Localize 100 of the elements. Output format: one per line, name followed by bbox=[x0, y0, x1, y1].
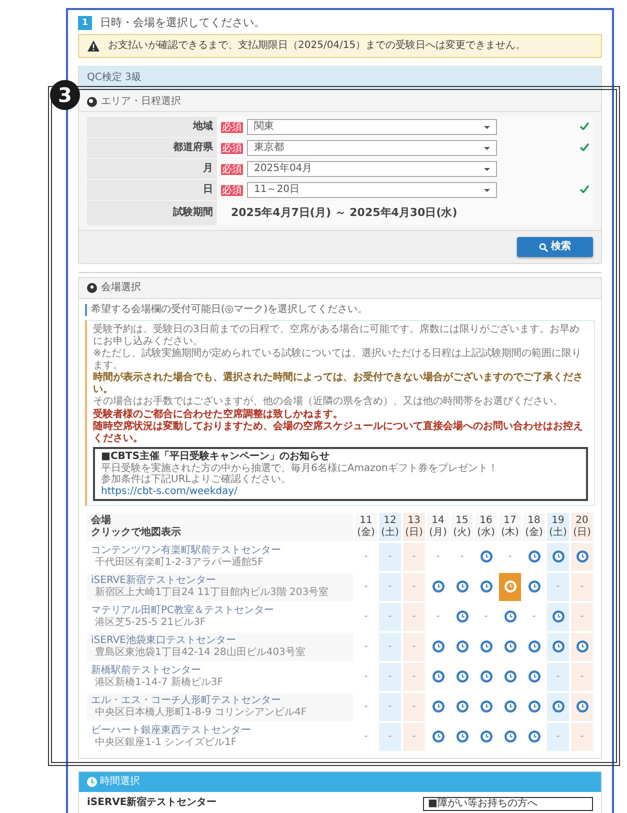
search-button[interactable]: 検索 bbox=[517, 237, 593, 257]
accessibility-note[interactable]: ■障がい等お持ちの方へ bbox=[423, 797, 593, 811]
clock-icon[interactable] bbox=[528, 730, 540, 744]
required-badge: 必須 bbox=[221, 164, 243, 174]
clock-icon[interactable] bbox=[480, 670, 492, 684]
required-badge: 必須 bbox=[221, 184, 243, 196]
clock-icon[interactable] bbox=[528, 550, 540, 564]
campaign-text: 参加条件は下記URLよりご確認ください。 bbox=[101, 474, 292, 486]
clock-icon[interactable] bbox=[528, 580, 540, 594]
venue-address: 千代田区有楽町1-2-3アラパー通館5F bbox=[94, 557, 264, 569]
select-field[interactable]: 2025年04月 bbox=[247, 161, 497, 177]
clock-icon[interactable] bbox=[456, 700, 468, 714]
clock-icon[interactable] bbox=[456, 610, 468, 624]
unavailable-mark: - bbox=[364, 731, 368, 742]
clock-icon[interactable] bbox=[552, 700, 564, 714]
clock-icon[interactable] bbox=[456, 670, 468, 684]
notice-text: その場合はお手数ではございますが、他の会場（近隣の県を含め）、又は他の時間帯をお選びください。 bbox=[93, 396, 564, 408]
section-title: エリア・日程選択 bbox=[101, 96, 181, 108]
weekday-header: (火) bbox=[452, 527, 472, 539]
notice-text: 時間が表示された場合でも、選択された時間によっては、お受付できない場合がございますのでご了承ください。 bbox=[93, 372, 584, 395]
caret-icon bbox=[484, 146, 490, 150]
unavailable-mark: - bbox=[412, 611, 416, 622]
unavailable-mark: - bbox=[388, 611, 392, 622]
select-field[interactable]: 11～20日 bbox=[247, 182, 497, 198]
venue-link[interactable]: コンテンツワン有楽町駅前テストセンター bbox=[91, 545, 349, 557]
clock-icon[interactable] bbox=[552, 640, 564, 654]
clock-icon[interactable] bbox=[504, 730, 516, 744]
clock-icon[interactable] bbox=[432, 640, 444, 654]
column-header: 会場 bbox=[91, 515, 112, 527]
venue-link[interactable]: マテリアル田町PC教室＆テストセンター bbox=[91, 605, 349, 617]
weekday-header: (土) bbox=[548, 527, 568, 539]
venue-address: 中央区銀座1-1 シンイズビル1F bbox=[94, 737, 238, 749]
clock-icon[interactable] bbox=[576, 640, 588, 654]
clock-icon[interactable] bbox=[480, 640, 492, 654]
unavailable-mark: - bbox=[460, 551, 464, 562]
clock-icon[interactable] bbox=[456, 580, 468, 594]
unavailable-mark: - bbox=[412, 641, 416, 652]
clock-icon[interactable] bbox=[504, 700, 516, 714]
select-field[interactable]: 東京都 bbox=[247, 140, 497, 156]
venue-address: 新宿区上大崎1丁目24 11丁目館内ビル3階 203号室 bbox=[94, 587, 330, 599]
weekday-header: (月) bbox=[428, 527, 448, 539]
clock-icon[interactable] bbox=[576, 700, 588, 714]
venue-link[interactable]: エル・エス・コーチ人形町テストセンター bbox=[91, 695, 349, 707]
instruction-text: 希望する会場欄の受付可能日(◎マーク)を選択してください。 bbox=[85, 304, 595, 316]
clock-icon[interactable] bbox=[552, 550, 564, 564]
clock-icon[interactable] bbox=[504, 670, 516, 684]
venue-link[interactable]: iSERVE池袋東口テストセンター bbox=[91, 635, 349, 647]
campaign-title: ■CBTS主催「平日受験キャンペーン」のお知らせ bbox=[101, 451, 330, 462]
unavailable-mark: - bbox=[388, 671, 392, 682]
unavailable-mark: - bbox=[364, 611, 368, 622]
unavailable-mark: - bbox=[580, 671, 584, 682]
unavailable-mark: - bbox=[388, 551, 392, 562]
notice-text: ※ただし、試験実施期間が定められている試験については、選択いただける日程は上記試験期間の範囲に限ります。 bbox=[93, 348, 582, 371]
section-title: 時間選択 bbox=[100, 776, 140, 788]
unavailable-mark: - bbox=[364, 671, 368, 682]
clock-icon[interactable] bbox=[480, 550, 492, 564]
clock-icon[interactable] bbox=[552, 610, 564, 624]
clock-icon[interactable] bbox=[432, 730, 444, 744]
clock-icon[interactable] bbox=[528, 700, 540, 714]
clock-icon[interactable] bbox=[576, 550, 588, 564]
clock-icon[interactable] bbox=[432, 670, 444, 684]
clock-icon[interactable] bbox=[480, 700, 492, 714]
date-header: 16 bbox=[478, 515, 494, 526]
warning-icon bbox=[87, 40, 100, 52]
venue-link[interactable]: iSERVE新宿テストセンター bbox=[91, 575, 349, 587]
date-header: 12 bbox=[382, 515, 398, 526]
unavailable-mark: - bbox=[364, 551, 368, 562]
column-hint: クリックで地図表示 bbox=[91, 527, 182, 539]
clock-icon[interactable] bbox=[528, 640, 540, 654]
date-header: 20 bbox=[574, 515, 590, 527]
campaign-link[interactable]: https://cbt-s.com/weekday/ bbox=[101, 486, 238, 496]
select-field[interactable]: 関東 bbox=[247, 119, 497, 135]
clock-icon[interactable] bbox=[480, 730, 492, 744]
clock-icon[interactable] bbox=[456, 640, 468, 654]
clock-icon[interactable] bbox=[504, 580, 516, 594]
alert-text: お支払いが確認できるまで、支払期限日（2025/04/15）までの受験日へは変更できません。 bbox=[108, 40, 526, 52]
venue-link[interactable]: ビーハート銀座東西テストセンター bbox=[91, 725, 349, 737]
clock-icon[interactable] bbox=[504, 640, 516, 654]
unavailable-mark: - bbox=[388, 641, 392, 652]
unavailable-mark: - bbox=[388, 731, 392, 742]
clock-icon[interactable] bbox=[528, 670, 540, 684]
field-label: 日 bbox=[87, 180, 217, 200]
unavailable-mark: - bbox=[436, 551, 440, 562]
venue-name: iSERVE新宿テストセンター bbox=[87, 797, 217, 809]
unavailable-mark: - bbox=[364, 641, 368, 652]
date-header: 18 bbox=[526, 515, 542, 527]
date-header: 17 bbox=[502, 515, 518, 526]
campaign-text: 平日受験を実施された方の中から抽選で、毎月6名様にAmazonギフト券をプレゼント！ bbox=[101, 462, 499, 474]
notice-text: 受験者様のご都合に合わせた空席調整は致しかねます。 bbox=[93, 408, 344, 420]
date-header: 15 bbox=[454, 515, 470, 526]
venue-link[interactable]: 新橋駅前テストセンター bbox=[91, 665, 349, 677]
clock-icon[interactable] bbox=[480, 580, 492, 594]
clock-icon[interactable] bbox=[432, 700, 444, 714]
weekday-header: (金) bbox=[524, 527, 544, 539]
notice-text: 受験予約は、受験日の3日前までの日程で、空席がある場合に可能です。席数には限りがございます。お早めにお申し込みください。 bbox=[93, 324, 580, 347]
field-label: 試験期間 bbox=[87, 201, 217, 225]
venue-address: 港区芝5-25-5 21ビル3F bbox=[94, 617, 207, 629]
clock-icon[interactable] bbox=[504, 610, 516, 624]
clock-icon[interactable] bbox=[432, 580, 444, 594]
clock-icon[interactable] bbox=[456, 730, 468, 744]
